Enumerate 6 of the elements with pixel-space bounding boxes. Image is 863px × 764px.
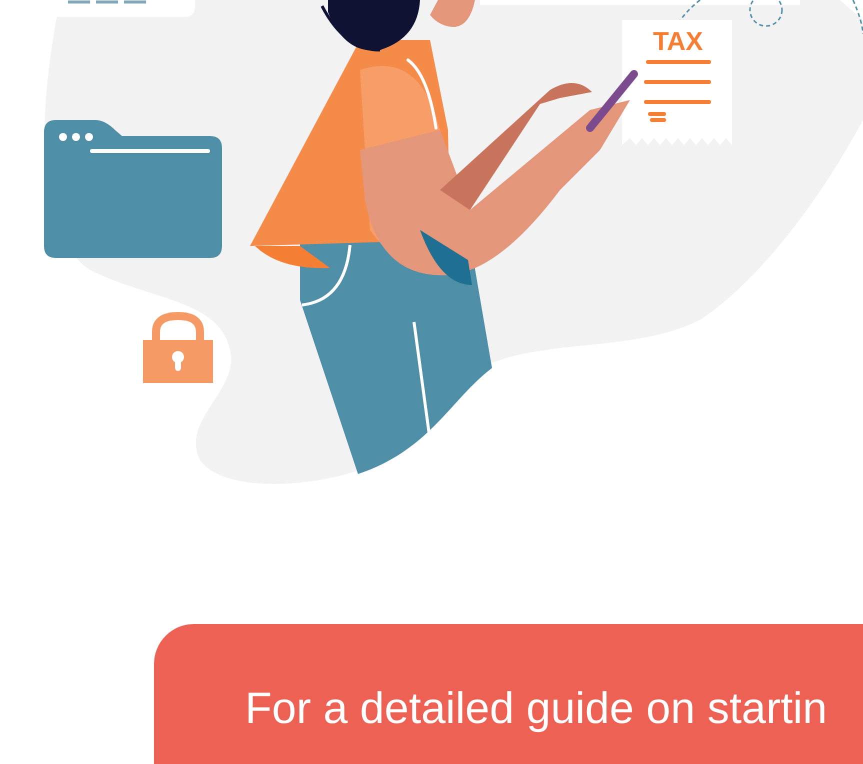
receipt-label: TAX (652, 26, 704, 56)
receipt-icon (622, 20, 732, 145)
folder-icon (44, 120, 222, 258)
lock-icon (143, 312, 213, 383)
lines-icon (68, 0, 146, 4)
callout-text-line: For a detailed guide on startin (245, 686, 828, 732)
